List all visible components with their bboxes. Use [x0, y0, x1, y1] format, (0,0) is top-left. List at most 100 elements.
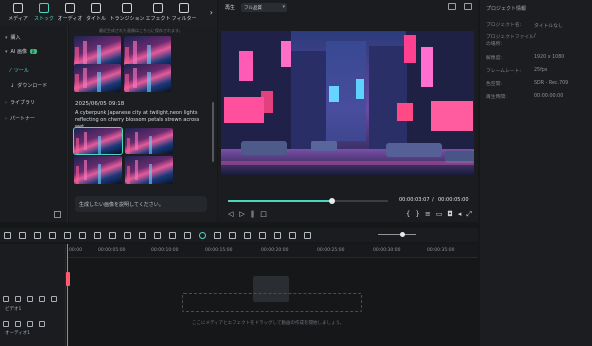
tab-transition[interactable]: トランジション — [110, 0, 145, 26]
preview-header: 再生 フル品質 — [218, 0, 478, 14]
ruler-tick: 00:00:30:00 — [373, 248, 401, 253]
snapshot-icon[interactable] — [289, 231, 296, 239]
text-icon[interactable] — [94, 231, 101, 239]
fullscreen-icon[interactable]: ⤢ — [466, 210, 472, 219]
zoom-out-icon[interactable] — [304, 231, 311, 239]
mask-icon[interactable] — [169, 231, 176, 239]
playback-progress[interactable] — [228, 198, 388, 204]
zoom-slider[interactable] — [378, 234, 416, 235]
chevron-right-icon[interactable]: › — [210, 8, 213, 17]
folder-icon[interactable] — [15, 296, 21, 302]
image-thumbnail-selected[interactable] — [73, 127, 123, 155]
video-track-name: ビデオ1 — [5, 307, 22, 312]
image-thumbnail[interactable] — [125, 128, 173, 154]
audio-mute-icon[interactable] — [27, 321, 33, 327]
drop-zone[interactable] — [182, 293, 362, 312]
camera-icon[interactable]: ◘ — [447, 210, 453, 219]
playhead[interactable] — [67, 244, 68, 346]
play-icon[interactable]: ▷ — [239, 210, 244, 218]
progress-fill — [228, 200, 332, 202]
timeline-ruler[interactable]: 00:00 00:00:05:00 00:00:10:00 00:00:15:0… — [67, 244, 478, 258]
collapse-panel-icon[interactable] — [54, 211, 61, 218]
quality-select[interactable]: フル品質 — [241, 2, 288, 12]
split-icon[interactable] — [79, 231, 86, 239]
ruler-tick: 00:00 — [69, 248, 82, 253]
ruler-tick: 00:00:25:00 — [317, 248, 345, 253]
sidebar-item-download[interactable]: ↓ ダウンロード — [10, 82, 47, 90]
mark-out-icon[interactable]: } — [415, 210, 419, 219]
image-thumbnail[interactable] — [74, 156, 122, 184]
tab-media[interactable]: メディア — [6, 0, 30, 26]
video-track-icon[interactable] — [3, 296, 9, 302]
tab-stock[interactable]: ストック — [32, 0, 56, 26]
magnet-icon[interactable] — [19, 231, 26, 239]
image-thumbnail[interactable] — [124, 64, 171, 92]
undo-icon[interactable] — [34, 231, 41, 239]
project-info-panel: プロジェクト情報 プロジェクト名: タイトルなし プロジェクトファイルの場所: / … — [480, 0, 592, 346]
stop-icon[interactable]: □ — [260, 210, 267, 218]
tab-title[interactable]: タイトル — [84, 0, 108, 26]
sidebar-item-tools[interactable]: ⁄ ツール — [10, 67, 29, 75]
track-headers: ビデオ1 オーディオ1 — [0, 244, 66, 346]
list-icon[interactable]: ≡ — [425, 210, 431, 219]
folder-icon[interactable] — [15, 321, 21, 327]
keyframe-icon[interactable] — [154, 231, 161, 239]
gallery-scrollbar[interactable] — [212, 102, 214, 162]
layout-icon[interactable] — [448, 3, 456, 10]
playhead-handle[interactable] — [66, 272, 70, 286]
sidebar-item-library[interactable]: › ライブラリ — [5, 99, 35, 107]
image-thumbnail[interactable] — [74, 64, 121, 92]
crop-icon[interactable] — [109, 231, 116, 239]
prompt-input[interactable]: 生成したい画像を説明してください。 — [75, 196, 207, 212]
video-track-controls — [3, 296, 57, 302]
ai-tool-icon[interactable] — [199, 231, 206, 239]
progress-handle[interactable] — [329, 198, 335, 204]
generation-date: 2025/06/05 09:18 — [75, 101, 125, 107]
audio-mix-icon[interactable] — [259, 231, 266, 239]
redo-icon[interactable] — [49, 231, 56, 239]
wand-icon: ⁄ — [10, 67, 11, 74]
chevron-down-icon: ▾ — [5, 48, 8, 55]
more-icon[interactable] — [184, 231, 191, 239]
sidebar-item-purchase[interactable]: ▾ 購入 — [5, 34, 21, 42]
tab-effects[interactable]: エフェクト — [146, 0, 171, 26]
delete-icon[interactable] — [64, 231, 71, 239]
transition-icon — [122, 3, 132, 13]
tab-audio[interactable]: オーディオ — [58, 0, 82, 26]
audio-track-name: オーディオ1 — [5, 331, 31, 336]
audio-track-icon[interactable] — [3, 321, 9, 327]
monitor-icon[interactable]: ▭ — [436, 210, 443, 219]
color-icon[interactable] — [139, 231, 146, 239]
tab-filter[interactable]: フィルター — [172, 0, 196, 26]
current-time: 00:00:03:07 — [399, 197, 430, 203]
play-label: 再生 — [225, 4, 236, 11]
mark-in-icon[interactable]: { — [406, 210, 410, 219]
title-icon — [91, 3, 101, 13]
render-icon[interactable] — [214, 231, 221, 239]
sidebar-item-partner[interactable]: › パートナー — [5, 115, 35, 123]
mic-icon[interactable] — [244, 231, 251, 239]
prop-row: プロジェクトファイルの場所: / — [486, 34, 536, 47]
lock-icon[interactable] — [39, 321, 45, 327]
eye-icon[interactable] — [39, 296, 45, 302]
prev-frame-icon[interactable]: ◁ — [228, 210, 233, 218]
select-tool-icon[interactable] — [4, 231, 11, 239]
lock-icon[interactable] — [51, 296, 57, 302]
shield-icon[interactable] — [229, 231, 236, 239]
audio-mute-icon[interactable] — [27, 296, 33, 302]
subtitle-icon[interactable] — [274, 231, 281, 239]
beta-badge: β — [30, 49, 37, 54]
volume-icon[interactable]: ◂ — [458, 210, 462, 219]
zoom-handle[interactable] — [400, 232, 405, 237]
sidebar-item-ai-image[interactable]: ▾ AI 画像 β — [5, 48, 37, 55]
prop-row: 再生時間: 00:00:00:00 — [486, 94, 564, 100]
media-icon — [13, 3, 23, 13]
image-thumbnail[interactable] — [125, 156, 173, 184]
time-separator: / — [432, 197, 434, 203]
pause-icon[interactable]: ∥ — [251, 210, 255, 218]
speed-icon[interactable] — [124, 231, 131, 239]
gallery-note: 最近生成された画像はこちらに保存されます。 — [99, 28, 183, 33]
preview-panel: 再生 フル品質 ▾ 00:00:03:07 / 00:00:05:00 ◁ ▷ … — [218, 0, 478, 222]
snapshot-icon[interactable] — [464, 3, 472, 10]
ai-image-gallery: 最近生成された画像はこちらに保存されます。 2025/06/05 09:18 A… — [69, 26, 217, 222]
